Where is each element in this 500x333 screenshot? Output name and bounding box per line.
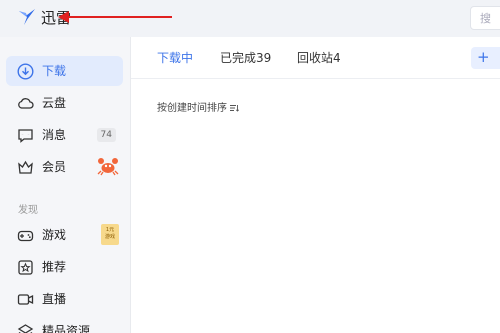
tab-completed[interactable]: 已完成39 xyxy=(220,50,271,66)
main-panel: 下载中 已完成39 回收站4 + 按创建时间排序 xyxy=(131,37,500,333)
sidebar-item-label: 会员 xyxy=(42,160,67,174)
sidebar: 下载 云盘 消息 74 会员 发现 游戏 1元 游戏 推荐 直播 精品资源 xyxy=(0,37,131,333)
tab-downloading[interactable]: 下载中 xyxy=(157,50,193,66)
add-label: + xyxy=(477,48,490,66)
sort-by-created-time[interactable]: 按创建时间排序 xyxy=(157,102,227,116)
sidebar-item-cloud[interactable]: 云盘 xyxy=(6,88,123,118)
tab-recycle-bin[interactable]: 回收站4 xyxy=(297,50,341,66)
message-icon xyxy=(18,129,33,143)
sidebar-item-label: 精品资源 xyxy=(42,324,91,333)
sidebar-item-live[interactable]: 直播 xyxy=(6,284,123,314)
xunlei-logo-icon xyxy=(19,9,35,25)
star-icon xyxy=(18,260,33,275)
cloud-icon xyxy=(18,98,34,109)
sidebar-item-download[interactable]: 下载 xyxy=(6,56,123,86)
sidebar-item-membership[interactable]: 会员 xyxy=(6,152,123,182)
resource-icon xyxy=(17,324,34,333)
crown-icon xyxy=(18,160,33,174)
sidebar-item-label: 消息 xyxy=(42,128,67,142)
sidebar-item-label: 云盘 xyxy=(42,96,67,110)
download-icon xyxy=(17,63,34,80)
discover-section-title: 发现 xyxy=(18,205,38,216)
promo-card-icon: 1元 游戏 xyxy=(101,224,119,245)
sidebar-item-label: 直播 xyxy=(42,292,67,306)
search-input[interactable]: 搜 xyxy=(470,6,500,30)
sort-icon[interactable] xyxy=(229,103,239,113)
search-placeholder: 搜 xyxy=(480,12,491,25)
sidebar-item-label: 游戏 xyxy=(42,228,67,242)
new-download-button[interactable]: + xyxy=(471,47,500,69)
sidebar-item-resources[interactable]: 精品资源 xyxy=(6,316,123,333)
gamepad-icon xyxy=(17,230,34,242)
sidebar-item-games[interactable]: 游戏 1元 游戏 xyxy=(6,220,123,250)
sidebar-item-recommend[interactable]: 推荐 xyxy=(6,252,123,282)
annotation-arrow xyxy=(58,11,172,23)
live-icon xyxy=(17,294,34,305)
sidebar-item-label: 推荐 xyxy=(42,260,67,274)
promo-card-text: 1元 游戏 xyxy=(104,227,115,240)
tab-bar: 下载中 已完成39 回收站4 + xyxy=(131,37,500,79)
sidebar-item-label: 下载 xyxy=(42,64,67,78)
crab-icon xyxy=(97,158,119,176)
unread-count-badge: 74 xyxy=(96,128,116,142)
title-bar: 迅雷 搜 xyxy=(0,0,500,37)
sidebar-item-messages[interactable]: 消息 74 xyxy=(6,120,123,150)
